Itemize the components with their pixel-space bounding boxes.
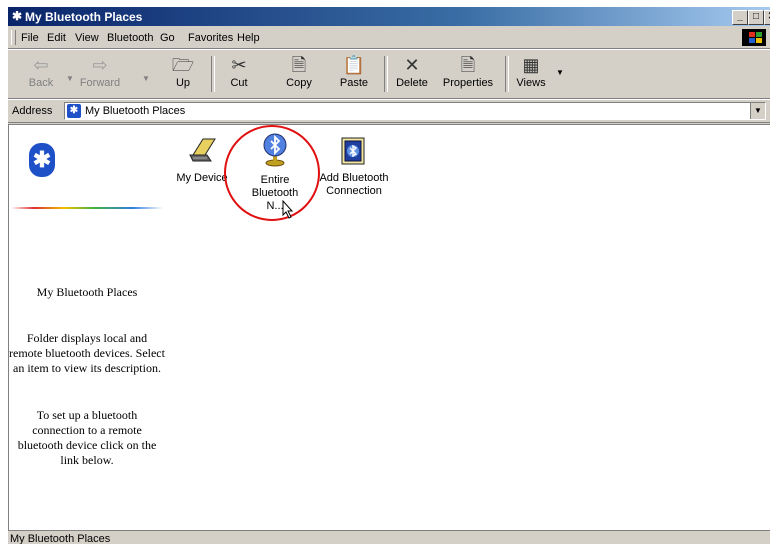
address-value: My Bluetooth Places: [85, 105, 186, 117]
views-icon: ▦: [522, 55, 540, 75]
laptop-icon: [189, 138, 216, 162]
close-button[interactable]: ✕: [764, 10, 770, 25]
paste-icon: 📋: [342, 55, 366, 75]
views-dropdown-icon[interactable]: ▼: [556, 68, 564, 77]
my-device-item[interactable]: My Device: [174, 137, 230, 185]
panel-title: My Bluetooth Places: [36, 285, 138, 299]
highlight-circle: [224, 125, 320, 221]
forward-dropdown-icon[interactable]: ▼: [142, 74, 150, 83]
copy-button[interactable]: 🗎 Copy: [282, 53, 316, 95]
up-folder-icon: 🗁: [171, 55, 195, 75]
menu-go[interactable]: Go: [160, 32, 175, 44]
views-button[interactable]: ▦ Views: [514, 53, 548, 95]
delete-button[interactable]: ✕ Delete: [392, 53, 432, 95]
menu-help[interactable]: Help: [237, 32, 260, 44]
toolbar-separator: [505, 56, 509, 92]
menu-favorites[interactable]: Favorites: [188, 32, 233, 44]
address-bar: Address ✱ My Bluetooth Places ▼: [8, 99, 770, 123]
folder-view: ✱ My Bluetooth Places Folder displays lo…: [8, 124, 770, 531]
status-bar: My Bluetooth Places: [8, 530, 770, 544]
menu-bluetooth[interactable]: Bluetooth: [107, 32, 153, 44]
toolbar: ⇦ Back ▼ ⇨ Forward ▼ 🗁 Up ✂ Cut 🗎 Copy 📋…: [8, 49, 770, 99]
cut-button[interactable]: ✂ Cut: [224, 53, 254, 95]
add-connection-icon: [341, 137, 365, 165]
toolbar-separator: [211, 56, 215, 92]
copy-icon: 🗎: [291, 55, 307, 75]
menu-bar: File Edit View Bluetooth Go Favorites He…: [8, 28, 770, 49]
status-text: My Bluetooth Places: [10, 533, 111, 544]
menu-file[interactable]: File: [21, 32, 39, 44]
explorer-window: ✱ My Bluetooth Places _ □ ✕ File Edit Vi…: [8, 7, 770, 544]
panel-divider: [11, 207, 163, 209]
windows-logo-icon: [742, 29, 766, 46]
title-bar[interactable]: ✱ My Bluetooth Places _ □ ✕: [8, 7, 770, 26]
menu-grip[interactable]: [11, 30, 16, 45]
up-button[interactable]: 🗁 Up: [168, 53, 198, 95]
properties-button[interactable]: 🗎 Properties: [440, 53, 496, 95]
scissors-icon: ✂: [231, 55, 247, 75]
address-label: Address: [12, 105, 53, 117]
menu-edit[interactable]: Edit: [47, 32, 66, 44]
back-arrow-icon: ⇦: [33, 55, 49, 75]
back-button[interactable]: ⇦ Back: [22, 53, 60, 95]
address-input[interactable]: ✱ My Bluetooth Places ▼: [64, 102, 766, 120]
forward-arrow-icon: ⇨: [92, 55, 108, 75]
minimize-button[interactable]: _: [732, 10, 748, 25]
bluetooth-icon: ✱: [67, 104, 81, 118]
address-dropdown-icon[interactable]: ▼: [750, 103, 765, 119]
bluetooth-icon: ✱: [12, 9, 23, 23]
add-bluetooth-connection-item[interactable]: Add Bluetooth Connection: [317, 137, 391, 198]
bluetooth-logo-icon: ✱: [29, 143, 55, 177]
menu-view[interactable]: View: [75, 32, 99, 44]
mouse-cursor-icon: [282, 200, 294, 219]
window-title: My Bluetooth Places: [25, 10, 143, 24]
panel-setup-text: To set up a bluetooth connection to a re…: [17, 408, 157, 467]
toolbar-separator: [384, 56, 388, 92]
paste-button[interactable]: 📋 Paste: [335, 53, 373, 95]
properties-icon: 🗎: [460, 55, 476, 75]
panel-description: Folder displays local and remote bluetoo…: [9, 331, 165, 375]
maximize-button[interactable]: □: [748, 10, 764, 25]
back-dropdown-icon[interactable]: ▼: [66, 74, 74, 83]
delete-x-icon: ✕: [404, 55, 420, 75]
forward-button[interactable]: ⇨ Forward: [76, 53, 124, 95]
